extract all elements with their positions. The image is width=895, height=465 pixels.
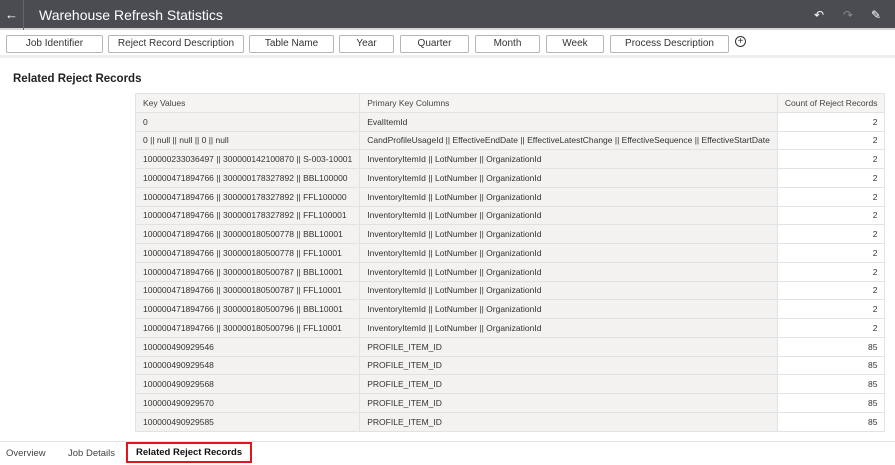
undo-icon[interactable]: ↶ bbox=[814, 0, 824, 30]
key-values-cell: 100000490929546 bbox=[134, 336, 361, 357]
filter-table-name[interactable]: Table Name bbox=[249, 35, 334, 53]
primary-key-columns-cell: InventoryItemId || LotNumber || Organiza… bbox=[359, 149, 778, 169]
primary-key-columns-cell: InventoryItemId || LotNumber || Organiza… bbox=[359, 261, 778, 282]
table-row[interactable]: 0 || null || null || 0 || null CandProfil… bbox=[134, 130, 886, 151]
count-cell: 2 bbox=[776, 130, 886, 151]
table-row[interactable]: 100000490929546 PROFILE_ITEM_ID 85 bbox=[134, 336, 886, 357]
primary-key-columns-cell: PROFILE_ITEM_ID bbox=[359, 355, 778, 376]
key-values-cell: 100000471894766 || 300000180500796 || BB… bbox=[134, 299, 361, 319]
table-row[interactable]: 100000471894766 || 300000178327892 || FF… bbox=[134, 186, 886, 207]
reject-records-table: Key Values Primary Key Columns Count of … bbox=[134, 93, 886, 432]
primary-key-columns-cell: InventoryItemId || LotNumber || Organiza… bbox=[359, 205, 778, 226]
count-cell: 2 bbox=[776, 168, 886, 188]
primary-key-columns-cell: PROFILE_ITEM_ID bbox=[359, 336, 778, 357]
key-values-cell: 100000233036497 || 300000142100870 || S-… bbox=[134, 149, 361, 169]
key-values-cell: 100000471894766 || 300000180500787 || FF… bbox=[134, 280, 361, 301]
primary-key-columns-cell: PROFILE_ITEM_ID bbox=[359, 393, 778, 413]
key-values-cell: 100000471894766 || 300000180500778 || BB… bbox=[134, 224, 361, 244]
key-values-cell: 100000471894766 || 300000178327892 || FF… bbox=[134, 205, 361, 226]
table-row[interactable]: 100000471894766 || 300000180500778 || FF… bbox=[134, 243, 886, 263]
count-cell: 2 bbox=[776, 261, 886, 282]
count-cell: 2 bbox=[776, 280, 886, 301]
primary-key-columns-cell: InventoryItemId || LotNumber || Organiza… bbox=[359, 318, 778, 338]
key-values-cell: 100000490929585 bbox=[134, 411, 361, 432]
table-row[interactable]: 100000471894766 || 300000180500778 || BB… bbox=[134, 224, 886, 244]
section-title: Related Reject Records bbox=[13, 73, 142, 85]
filter-week[interactable]: Week bbox=[546, 35, 604, 53]
key-values-cell: 100000471894766 || 300000178327892 || BB… bbox=[134, 168, 361, 188]
table-row[interactable]: 100000471894766 || 300000180500796 || FF… bbox=[134, 318, 886, 338]
edit-icon[interactable]: ✎ bbox=[871, 0, 881, 30]
key-values-cell: 100000471894766 || 300000180500787 || BB… bbox=[134, 261, 361, 282]
key-values-cell: 0 || null || null || 0 || null bbox=[134, 130, 361, 151]
primary-key-columns-cell: PROFILE_ITEM_ID bbox=[359, 411, 778, 432]
count-cell: 85 bbox=[776, 374, 886, 394]
column-header-key-values[interactable]: Key Values bbox=[134, 93, 361, 113]
count-cell: 85 bbox=[776, 336, 886, 357]
filter-quarter[interactable]: Quarter bbox=[400, 35, 469, 53]
table-row[interactable]: 100000490929548 PROFILE_ITEM_ID 85 bbox=[134, 355, 886, 376]
count-cell: 2 bbox=[776, 111, 886, 132]
count-cell: 2 bbox=[776, 299, 886, 319]
key-values-cell: 0 bbox=[134, 111, 361, 132]
table-row[interactable]: 100000233036497 || 300000142100870 || S-… bbox=[134, 149, 886, 169]
title-bar: ← Warehouse Refresh Statistics ↶ ↷ ✎ bbox=[0, 0, 895, 30]
primary-key-columns-cell: CandProfileUsageId || EffectiveEndDate |… bbox=[359, 130, 778, 151]
tab-job-details[interactable]: Job Details bbox=[68, 448, 115, 459]
tab-overview[interactable]: Overview bbox=[6, 448, 46, 459]
count-cell: 85 bbox=[776, 355, 886, 376]
count-cell: 2 bbox=[776, 318, 886, 338]
count-cell: 85 bbox=[776, 393, 886, 413]
primary-key-columns-cell: InventoryItemId || LotNumber || Organiza… bbox=[359, 224, 778, 244]
filter-year[interactable]: Year bbox=[339, 35, 394, 53]
count-cell: 2 bbox=[776, 205, 886, 226]
count-cell: 2 bbox=[776, 186, 886, 207]
key-values-cell: 100000471894766 || 300000178327892 || FF… bbox=[134, 186, 361, 207]
primary-key-columns-cell: InventoryItemId || LotNumber || Organiza… bbox=[359, 168, 778, 188]
page-title: Warehouse Refresh Statistics bbox=[39, 7, 223, 23]
count-cell: 2 bbox=[776, 224, 886, 244]
primary-key-columns-cell: InventoryItemId || LotNumber || Organiza… bbox=[359, 186, 778, 207]
filter-process-description[interactable]: Process Description bbox=[610, 35, 729, 53]
table-row[interactable]: 100000490929585 PROFILE_ITEM_ID 85 bbox=[134, 411, 886, 432]
key-values-cell: 100000490929568 bbox=[134, 374, 361, 394]
table-row[interactable]: 100000471894766 || 300000178327892 || BB… bbox=[134, 168, 886, 188]
primary-key-columns-cell: InventoryItemId || LotNumber || Organiza… bbox=[359, 243, 778, 263]
table-row[interactable]: 100000471894766 || 300000180500796 || BB… bbox=[134, 299, 886, 319]
column-header-count[interactable]: Count of Reject Records bbox=[776, 93, 886, 113]
filter-month[interactable]: Month bbox=[475, 35, 540, 53]
table-row[interactable]: 100000490929568 PROFILE_ITEM_ID 85 bbox=[134, 374, 886, 394]
key-values-cell: 100000471894766 || 300000180500778 || FF… bbox=[134, 243, 361, 263]
filter-bar: Job Identifier Reject Record Description… bbox=[0, 32, 895, 58]
table-row[interactable]: 0 EvalItemId 2 bbox=[134, 111, 886, 132]
filter-reject-record-description[interactable]: Reject Record Description bbox=[108, 35, 244, 53]
primary-key-columns-cell: InventoryItemId || LotNumber || Organiza… bbox=[359, 280, 778, 301]
table-row[interactable]: 100000490929570 PROFILE_ITEM_ID 85 bbox=[134, 393, 886, 413]
primary-key-columns-cell: PROFILE_ITEM_ID bbox=[359, 374, 778, 394]
key-values-cell: 100000471894766 || 300000180500796 || FF… bbox=[134, 318, 361, 338]
tab-bar: Overview Job Details Related Reject Reco… bbox=[0, 441, 895, 465]
table-row[interactable]: 100000471894766 || 300000178327892 || FF… bbox=[134, 205, 886, 226]
redo-icon[interactable]: ↷ bbox=[843, 0, 853, 30]
table-row[interactable]: 100000471894766 || 300000180500787 || FF… bbox=[134, 280, 886, 301]
primary-key-columns-cell: EvalItemId bbox=[359, 111, 778, 132]
key-values-cell: 100000490929548 bbox=[134, 355, 361, 376]
count-cell: 2 bbox=[776, 149, 886, 169]
column-header-primary-key-columns[interactable]: Primary Key Columns bbox=[359, 93, 778, 113]
tab-related-reject-records[interactable]: Related Reject Records bbox=[126, 442, 253, 463]
table-row[interactable]: 100000471894766 || 300000180500787 || BB… bbox=[134, 261, 886, 282]
count-cell: 85 bbox=[776, 411, 886, 432]
count-cell: 2 bbox=[776, 243, 886, 263]
filter-job-identifier[interactable]: Job Identifier bbox=[6, 35, 103, 53]
primary-key-columns-cell: InventoryItemId || LotNumber || Organiza… bbox=[359, 299, 778, 319]
back-arrow-icon[interactable]: ← bbox=[0, 0, 24, 30]
key-values-cell: 100000490929570 bbox=[134, 393, 361, 413]
add-filter-icon[interactable]: + bbox=[735, 36, 746, 47]
